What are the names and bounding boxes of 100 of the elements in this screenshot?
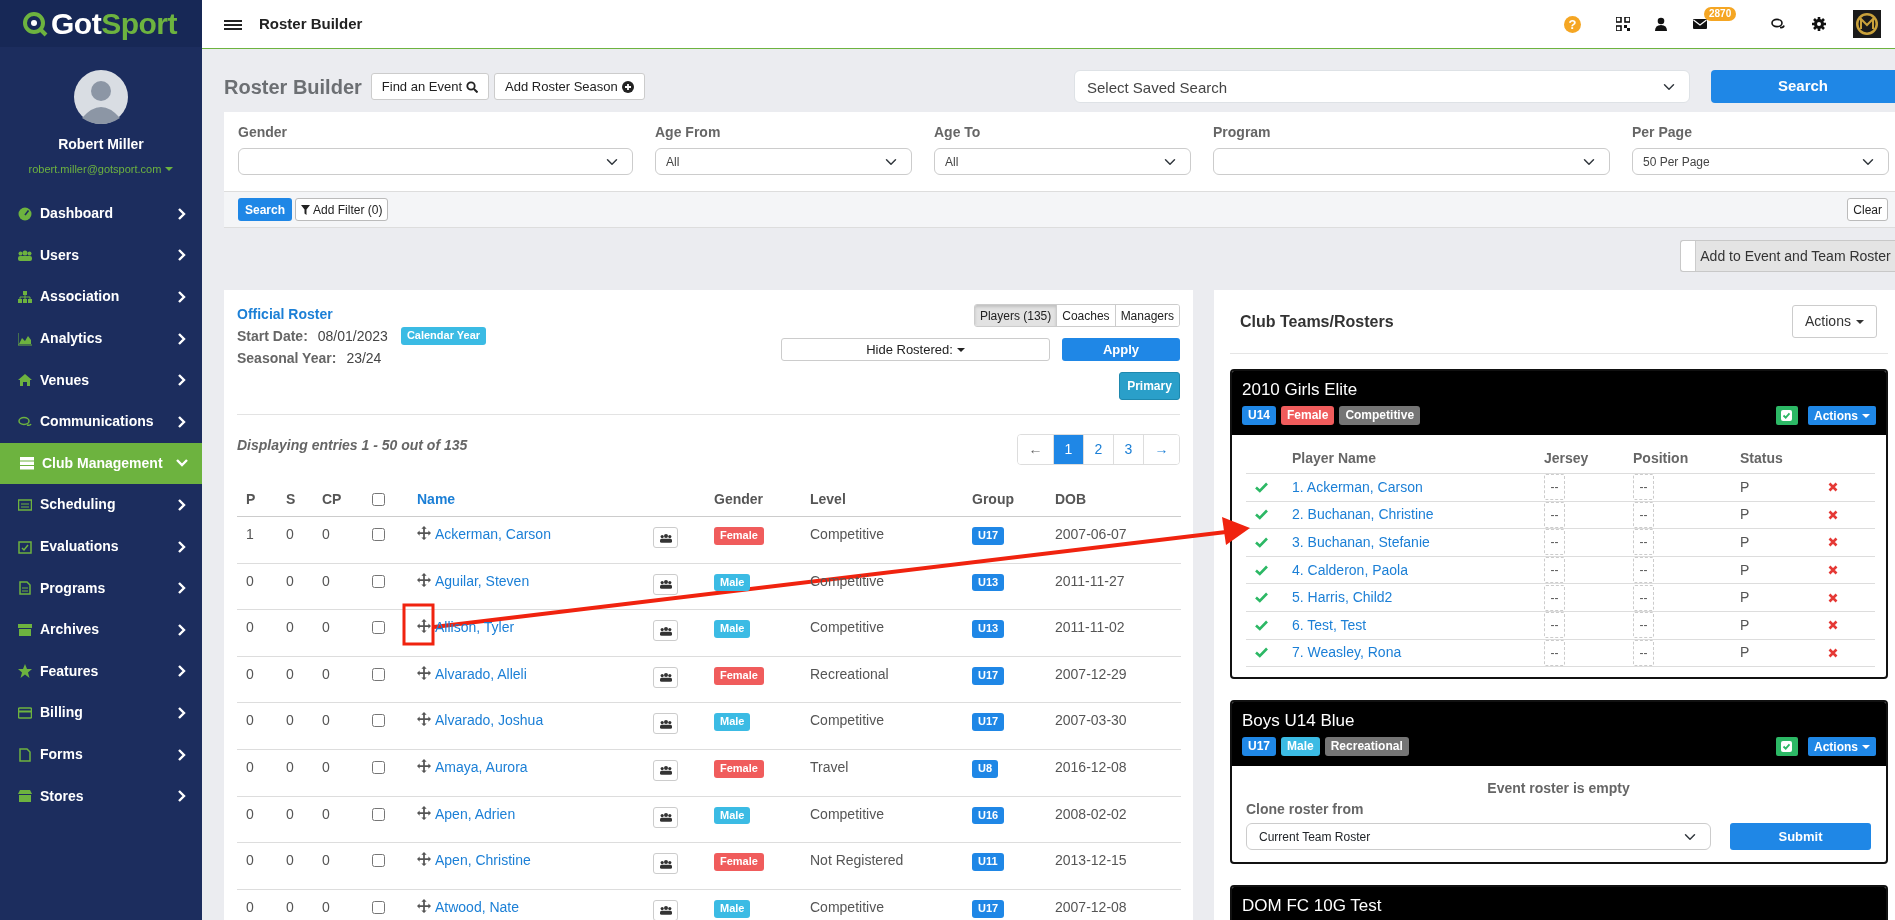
column-header-link[interactable]: Name xyxy=(417,488,456,510)
sidebar-item[interactable]: Archives xyxy=(0,608,202,651)
remove-icon[interactable] xyxy=(1828,647,1838,658)
select-button[interactable] xyxy=(1776,737,1798,757)
jersey-field[interactable]: -- xyxy=(1544,501,1565,528)
mail-icon[interactable] xyxy=(1693,17,1707,31)
team-button[interactable] xyxy=(653,620,678,642)
sidebar-item[interactable]: Users xyxy=(0,234,202,277)
team-button[interactable] xyxy=(653,573,678,595)
remove-icon[interactable] xyxy=(1828,565,1838,576)
player-link[interactable]: Apen, Christine xyxy=(435,850,531,872)
team-button[interactable] xyxy=(653,853,678,875)
checkbox[interactable] xyxy=(372,807,385,821)
player-link[interactable]: Ackerman, Carson xyxy=(435,524,551,545)
move-icon[interactable] xyxy=(417,572,431,587)
dropdown-field[interactable]: 50 Per Page xyxy=(1632,148,1889,175)
remove-icon[interactable] xyxy=(1828,620,1838,631)
player-link[interactable]: 5. Harris, Child2 xyxy=(1292,587,1393,609)
player-link[interactable]: Aguilar, Steven xyxy=(435,570,530,592)
position-field[interactable]: -- xyxy=(1633,612,1654,639)
sidebar-item[interactable]: Scheduling xyxy=(0,484,202,526)
position-field[interactable]: -- xyxy=(1633,529,1654,556)
checkbox[interactable] xyxy=(372,574,385,588)
find-event-button[interactable]: Find an Event xyxy=(370,73,490,100)
checkbox[interactable] xyxy=(372,492,385,506)
dropdown-field[interactable]: All xyxy=(655,148,912,175)
player-link[interactable]: 1. Ackerman, Carson xyxy=(1292,476,1423,498)
team-button[interactable] xyxy=(653,666,678,688)
clone-source-dropdown[interactable]: Current Team Roster xyxy=(1246,823,1711,851)
sidebar-item[interactable]: Billing xyxy=(0,692,202,734)
player-link[interactable]: 2. Buchanan, Christine xyxy=(1292,504,1434,526)
move-icon[interactable] xyxy=(417,852,431,867)
qr-code-icon[interactable] xyxy=(1616,17,1630,31)
jersey-field[interactable]: -- xyxy=(1544,639,1565,666)
add-to-event-button[interactable]: Add to Event and Team Roster xyxy=(1680,240,1895,272)
checkbox[interactable] xyxy=(372,667,385,681)
position-field[interactable]: -- xyxy=(1633,474,1654,501)
position-field[interactable]: -- xyxy=(1633,501,1654,528)
jersey-field[interactable]: -- xyxy=(1544,529,1565,556)
clear-button[interactable]: Clear xyxy=(1847,198,1888,221)
sidebar-item[interactable]: Forms xyxy=(0,733,202,776)
sidebar-item[interactable]: Analytics xyxy=(0,317,202,360)
checkbox[interactable] xyxy=(372,854,385,868)
submit-button[interactable]: Submit xyxy=(1730,823,1871,851)
jersey-field[interactable]: -- xyxy=(1544,612,1565,639)
player-link[interactable]: Alvarado, Alleli xyxy=(435,663,527,685)
player-link[interactable]: 3. Buchanan, Stefanie xyxy=(1292,532,1430,553)
team-button[interactable] xyxy=(653,806,678,828)
checkbox[interactable] xyxy=(372,900,385,914)
team-button[interactable] xyxy=(653,527,678,548)
search-button[interactable]: Search xyxy=(238,198,293,221)
sidebar-item[interactable]: Dashboard xyxy=(0,193,202,235)
tab[interactable]: Players (135) xyxy=(974,305,1057,326)
move-icon[interactable] xyxy=(417,805,431,820)
remove-icon[interactable] xyxy=(1828,482,1838,493)
tab[interactable]: Managers xyxy=(1114,305,1179,326)
sidebar-item[interactable]: Stores xyxy=(0,775,202,817)
position-field[interactable]: -- xyxy=(1633,639,1654,666)
player-link[interactable]: 7. Weasley, Rona xyxy=(1292,642,1402,664)
jersey-field[interactable]: -- xyxy=(1544,557,1565,584)
player-link[interactable]: Apen, Adrien xyxy=(435,803,516,825)
page-button[interactable]: 1 xyxy=(1053,435,1083,464)
dropdown-field[interactable] xyxy=(1213,148,1610,175)
move-icon[interactable] xyxy=(417,665,431,680)
sidebar-item[interactable]: Association xyxy=(0,276,202,318)
checkbox[interactable] xyxy=(372,621,385,635)
jersey-field[interactable]: -- xyxy=(1544,474,1565,501)
apply-button[interactable]: Apply xyxy=(1062,338,1180,361)
team-button[interactable] xyxy=(653,759,678,781)
hide-rostered-dropdown[interactable]: Hide Rostered: xyxy=(781,338,1050,361)
saved-search-dropdown[interactable]: Select Saved Search xyxy=(1074,70,1690,103)
sidebar-item[interactable]: Features xyxy=(0,650,202,693)
remove-icon[interactable] xyxy=(1828,509,1838,520)
move-icon[interactable] xyxy=(417,619,431,634)
player-link[interactable]: Amaya, Aurora xyxy=(435,756,528,778)
player-link[interactable]: Alvarado, Joshua xyxy=(435,710,544,732)
roster-link[interactable]: Official Roster xyxy=(237,304,487,324)
sidebar-item[interactable]: Evaluations xyxy=(0,525,202,568)
user-email[interactable]: robert.miller@gotsport.com xyxy=(28,161,174,178)
settings-icon[interactable] xyxy=(1812,17,1826,31)
actions-button[interactable]: Actions xyxy=(1808,406,1876,425)
sidebar-item[interactable]: Communications xyxy=(0,400,202,443)
team-button[interactable] xyxy=(653,899,678,920)
remove-icon[interactable] xyxy=(1828,537,1838,548)
remove-icon[interactable] xyxy=(1828,592,1838,603)
player-link[interactable]: Atwood, Nate xyxy=(435,896,520,918)
add-filter-button[interactable]: Add Filter (0) xyxy=(295,198,389,221)
search-button[interactable]: Search xyxy=(1711,70,1895,103)
player-link[interactable]: 4. Calderon, Paola xyxy=(1292,559,1408,581)
dropdown-field[interactable] xyxy=(238,148,633,175)
jersey-field[interactable]: -- xyxy=(1544,584,1565,611)
add-season-button[interactable]: Add Roster Season xyxy=(494,73,645,100)
move-icon[interactable] xyxy=(417,898,431,913)
chat-icon[interactable] xyxy=(1771,17,1785,31)
team-button[interactable] xyxy=(653,713,678,735)
player-link[interactable]: 6. Test, Test xyxy=(1292,614,1367,636)
position-field[interactable]: -- xyxy=(1633,557,1654,584)
checkbox[interactable] xyxy=(372,714,385,728)
checkbox[interactable] xyxy=(372,528,385,541)
move-icon[interactable] xyxy=(417,712,431,727)
